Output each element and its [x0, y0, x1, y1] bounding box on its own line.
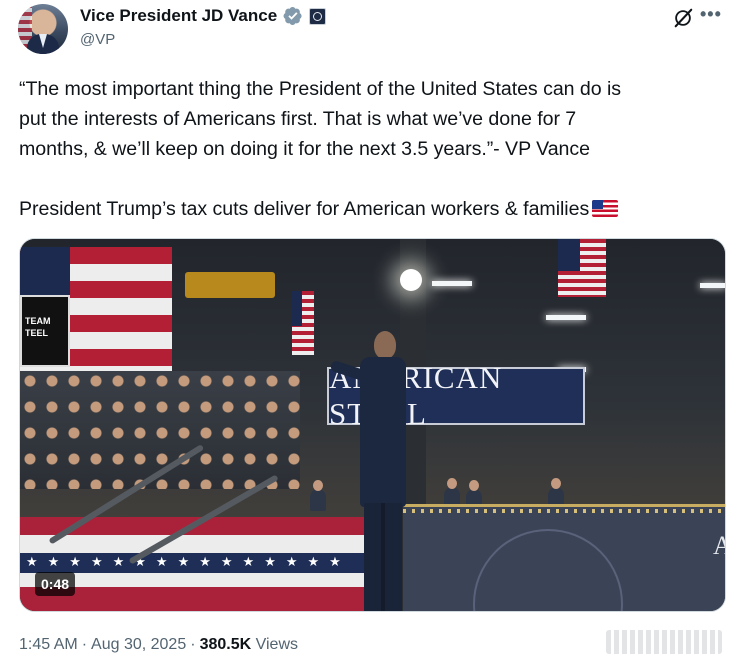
flag-canton — [558, 239, 580, 271]
seal-mark — [313, 11, 323, 21]
author-handle[interactable]: @VP — [80, 31, 115, 48]
sign-text-2: TEEL — [25, 328, 49, 338]
author-name-row: Vice President JD Vance — [80, 6, 327, 26]
separator: · — [190, 636, 196, 653]
tweet-line-3: months, & we’ll keep on doing it for the… — [19, 138, 590, 160]
author-display-name[interactable]: Vice President JD Vance — [80, 6, 277, 26]
tweet-second-text: President Trump’s tax cuts deliver for A… — [19, 198, 590, 220]
tweet-metadata: 1:45 AM · Aug 30, 2025 · 380.5K Views — [19, 636, 298, 654]
vp-seal-badge-icon[interactable] — [309, 7, 327, 25]
spotlight — [400, 269, 422, 291]
views-label: Views — [255, 636, 298, 653]
bunting-stars: ★★★★★★★★★★★★★★★ — [26, 554, 351, 569]
ceiling-light — [546, 315, 586, 320]
video-duration-badge: 0:48 — [35, 572, 76, 596]
tweet-date[interactable]: Aug 30, 2025 — [91, 636, 186, 653]
ceiling-light — [700, 283, 725, 288]
speaker-suit — [360, 357, 406, 507]
tweet-line-2: put the interests of Americans first. Th… — [19, 108, 577, 130]
tweet-line-1: “The most important thing the President … — [19, 78, 622, 100]
hanging-flag — [558, 239, 606, 297]
grok-icon[interactable] — [672, 7, 694, 29]
spectator — [310, 480, 326, 511]
more-options-button[interactable]: ••• — [700, 4, 722, 25]
hanging-flag — [292, 291, 314, 355]
tweet-header: Vice President JD Vance @VP ••• — [18, 2, 721, 58]
video-player[interactable]: TEAMTEEL AMERICAN STEEL ★★★★★★★★★★★★★★★ … — [19, 238, 726, 612]
us-flag-emoji — [592, 200, 619, 217]
stage-podium: A — [403, 504, 725, 611]
speaker-head — [374, 331, 396, 359]
podium-trim — [403, 509, 725, 513]
speaker-figure — [329, 331, 414, 611]
verified-badge-icon[interactable] — [283, 6, 303, 26]
flag-canton — [292, 291, 302, 327]
overhead-crane — [185, 272, 275, 298]
tweet-second-paragraph: President Trump’s tax cuts deliver for A… — [19, 194, 709, 224]
tweet-text: “The most important thing the President … — [19, 74, 709, 224]
watermark — [606, 630, 722, 654]
speaker-legs — [364, 503, 402, 611]
avatar[interactable] — [18, 4, 68, 54]
ceiling-light — [432, 281, 472, 286]
vp-seal — [473, 529, 623, 611]
video-thumbnail: TEAMTEEL AMERICAN STEEL ★★★★★★★★★★★★★★★ … — [20, 239, 725, 611]
sign-text-1: TEAM — [25, 316, 51, 326]
separator: · — [81, 636, 88, 653]
podium-letter: A — [713, 531, 725, 561]
tweet-time[interactable]: 1:45 AM — [19, 636, 78, 653]
team-steel-sign: TEAM TEEL — [20, 295, 70, 367]
views-count[interactable]: 380.5K — [200, 636, 252, 653]
